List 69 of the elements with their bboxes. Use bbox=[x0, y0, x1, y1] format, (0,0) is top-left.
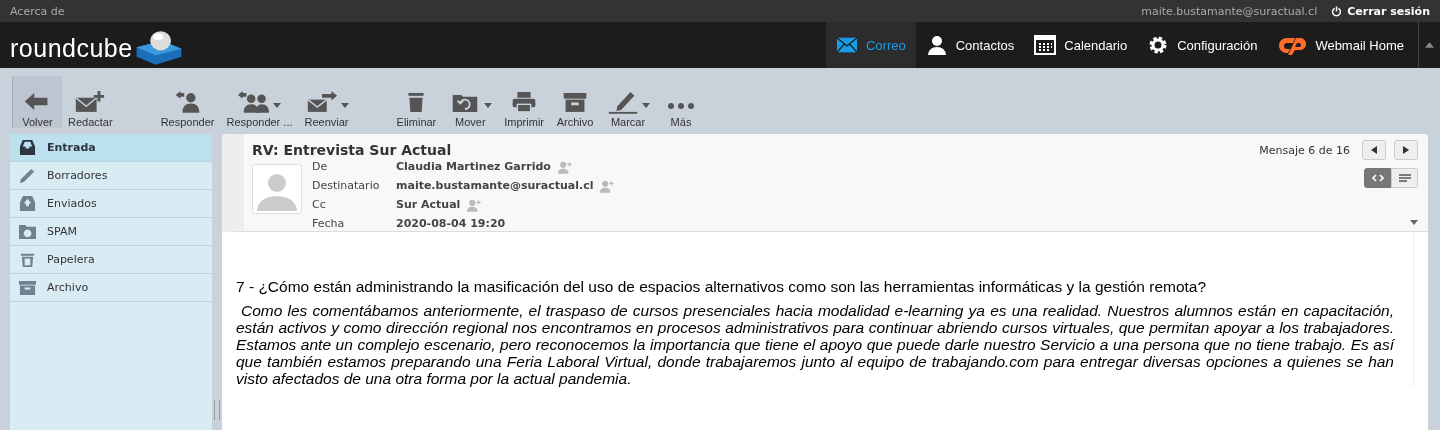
toolbar-button[interactable]: Redactar bbox=[62, 76, 119, 128]
answer-paragraph: Como les comentábamos anteriormente, el traspaso de cursos presenciales hacia modalidad e-learning ya es una realidad. Nuestros alumnos están en capacitación, están activos y como dirección regional nos encontramos en procesos administrativos para continuar abriendo cursos virtuales, que permitan apoyar a los trabajadores. Estamos ante un complejo escenario, pero reconocemos la importancia que tiene el apoyo que puede darle nuestro Servicio a una persona que no tiene trabajo. Es así que también estamos preparando una Feria Laboral Virtual, donde trabajaremos junto al equipo de trabajando.com para entregar diversas opciones a quienes se han visto afectados de una otra forma por la actual pandemia. bbox=[236, 302, 1394, 387]
toolbar-button[interactable]: Marcar bbox=[600, 76, 656, 128]
archive-icon bbox=[18, 279, 37, 296]
nav-tab[interactable]: Correo bbox=[826, 22, 916, 68]
envelope-icon bbox=[836, 35, 858, 55]
message-subject: RV: Entrevista Sur Actual bbox=[252, 142, 453, 158]
dots-icon bbox=[667, 102, 695, 110]
pencil-icon bbox=[18, 167, 37, 184]
collapse-caret-icon[interactable] bbox=[1425, 42, 1434, 48]
view-toggle-button[interactable] bbox=[1364, 168, 1391, 188]
user-email: maite.bustamante@suractual.cl bbox=[1141, 4, 1318, 18]
folder-item[interactable]: Entrada bbox=[10, 134, 212, 162]
header-label: Destinatario bbox=[312, 178, 381, 194]
sent-icon bbox=[18, 195, 37, 212]
nav-tab[interactable]: Calendario bbox=[1024, 22, 1138, 68]
power-icon bbox=[1331, 5, 1343, 17]
trash-icon bbox=[18, 251, 37, 268]
resize-handle[interactable] bbox=[214, 400, 220, 420]
spam-icon bbox=[18, 223, 37, 240]
cube-logo-icon bbox=[134, 29, 183, 67]
logo-text: roundcube bbox=[10, 33, 133, 63]
logout-link[interactable]: Cerrar sesión bbox=[1331, 4, 1430, 18]
about-link[interactable]: Acerca de bbox=[10, 4, 1128, 18]
folder-item[interactable]: Archivo bbox=[10, 274, 212, 302]
toolbar-button[interactable]: Más bbox=[656, 76, 706, 128]
calendar-icon bbox=[1034, 35, 1057, 55]
header-value[interactable]: Sur Actual bbox=[396, 196, 461, 214]
previous-button[interactable] bbox=[1362, 140, 1386, 160]
header-value[interactable]: Claudia Martinez Garrido bbox=[396, 158, 551, 176]
header-label: Cc bbox=[312, 197, 327, 213]
header-label: Fecha bbox=[312, 216, 346, 232]
toolbar-button[interactable]: Reenviar bbox=[298, 76, 355, 128]
toolbar-button[interactable]: Responder bbox=[154, 76, 221, 128]
next-button[interactable] bbox=[1394, 140, 1418, 160]
header-value[interactable]: 2020-08-04 19:20 bbox=[396, 215, 506, 233]
folder-item[interactable]: Borradores bbox=[10, 162, 212, 190]
toolbar-button[interactable]: Archivo bbox=[550, 76, 600, 128]
question-text: 7 - ¿Cómo están administrando la masificación del uso de espacios alternativos como son las herramientas informáticas y la gestión remota? bbox=[236, 278, 1208, 296]
folder-item[interactable]: Papelera bbox=[10, 246, 212, 274]
person-icon bbox=[925, 35, 948, 55]
nav-tab[interactable]: Contactos bbox=[915, 22, 1025, 68]
folder-item[interactable]: Enviados bbox=[10, 190, 212, 218]
message-counter: Mensaje 6 de 16 bbox=[1259, 143, 1350, 157]
toolbar-button[interactable]: Mover bbox=[442, 76, 499, 128]
dropdown-caret-icon[interactable] bbox=[484, 103, 493, 108]
toolbar-button[interactable]: Volver bbox=[12, 76, 62, 128]
header-label: De bbox=[312, 159, 329, 175]
view-toggle-button[interactable] bbox=[1391, 168, 1418, 188]
expand-caret-icon[interactable] bbox=[1410, 220, 1418, 225]
nav-tab[interactable]: Webmail Home bbox=[1267, 22, 1414, 68]
cpanel-logo-icon bbox=[1277, 35, 1308, 55]
folder-item[interactable]: SPAM bbox=[10, 218, 212, 246]
nav-tab[interactable]: Configuración bbox=[1137, 22, 1268, 68]
toolbar-button[interactable]: Imprimir bbox=[498, 76, 550, 128]
toolbar-button[interactable]: Responder ... bbox=[220, 76, 299, 128]
replyall-icon bbox=[237, 89, 272, 114]
toolbar-button[interactable]: Eliminar bbox=[390, 76, 443, 128]
text-lines-icon bbox=[1398, 174, 1411, 182]
dropdown-caret-icon[interactable] bbox=[273, 103, 282, 108]
inbox-icon bbox=[18, 139, 37, 156]
dropdown-caret-icon[interactable] bbox=[642, 103, 650, 108]
contact-avatar-icon bbox=[252, 164, 302, 214]
left-triangle-icon bbox=[1371, 146, 1377, 154]
dropdown-caret-icon[interactable] bbox=[340, 103, 349, 108]
header-value[interactable]: maite.bustamante@suractual.cl bbox=[396, 177, 594, 195]
code-icon bbox=[1371, 174, 1384, 182]
right-triangle-icon bbox=[1403, 146, 1409, 154]
pen-icon bbox=[606, 89, 640, 114]
